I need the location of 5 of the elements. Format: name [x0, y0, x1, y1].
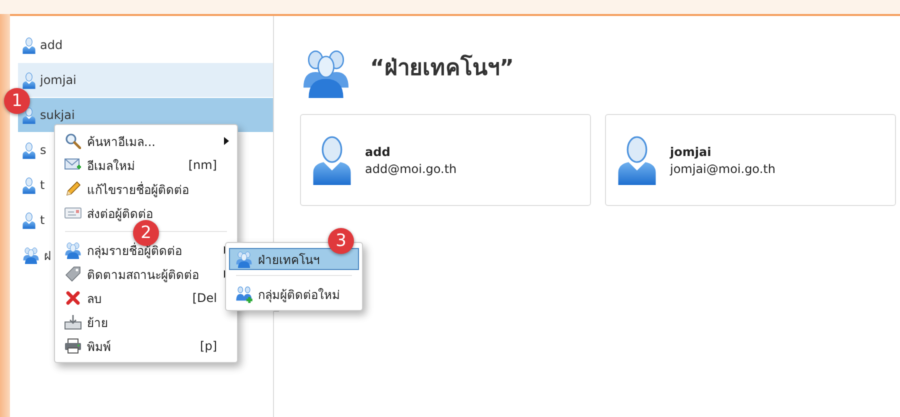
contact-name: jomjai — [670, 144, 712, 158]
contact-name: add — [365, 144, 392, 158]
contact-email: jomjai@moi.go.th — [670, 162, 776, 176]
contact-email: add@moi.go.th — [365, 162, 457, 176]
group-title: “ฝ่ายเทคโนฯ” — [370, 54, 514, 83]
